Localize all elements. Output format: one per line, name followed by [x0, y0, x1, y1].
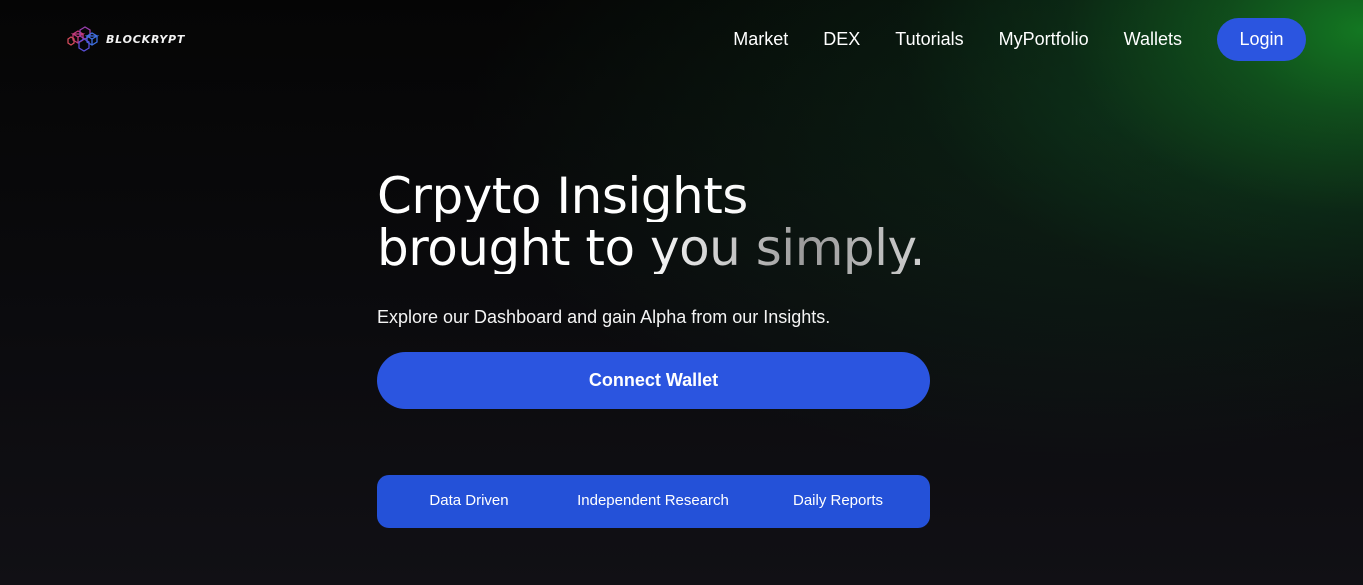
hero-subtitle: Explore our Dashboard and gain Alpha fro…: [377, 307, 831, 327]
hero-title-line-2: brought to you simply.: [377, 219, 925, 277]
nav-link-dex[interactable]: DEX: [823, 18, 860, 61]
connect-wallet-button[interactable]: Connect Wallet: [377, 352, 930, 409]
feature-data-driven: Data Driven: [429, 492, 509, 509]
feature-independent-research: Independent Research: [577, 492, 729, 509]
brand-logo[interactable]: BLOCKRYPT: [67, 26, 185, 52]
hero-title: Crpyto Insights brought to you simply.: [377, 170, 925, 274]
blockchain-cubes-icon: [67, 26, 100, 52]
nav-link-myportfolio[interactable]: MyPortfolio: [999, 18, 1089, 61]
nav-link-wallets[interactable]: Wallets: [1124, 18, 1182, 61]
feature-daily-reports: Daily Reports: [792, 492, 884, 509]
login-button[interactable]: Login: [1217, 18, 1306, 61]
site-header: BLOCKRYPT Market DEX Tutorials MyPortfol…: [0, 0, 1363, 80]
brand-name: BLOCKRYPT: [106, 32, 186, 46]
main-nav: Market DEX Tutorials MyPortfolio Wallets…: [733, 18, 1306, 61]
nav-link-market[interactable]: Market: [733, 18, 788, 61]
nav-link-tutorials[interactable]: Tutorials: [895, 18, 963, 61]
features-bar: Data Driven Independent Research Daily R…: [377, 475, 930, 528]
hero-title-line-1: Crpyto Insights: [377, 170, 925, 222]
